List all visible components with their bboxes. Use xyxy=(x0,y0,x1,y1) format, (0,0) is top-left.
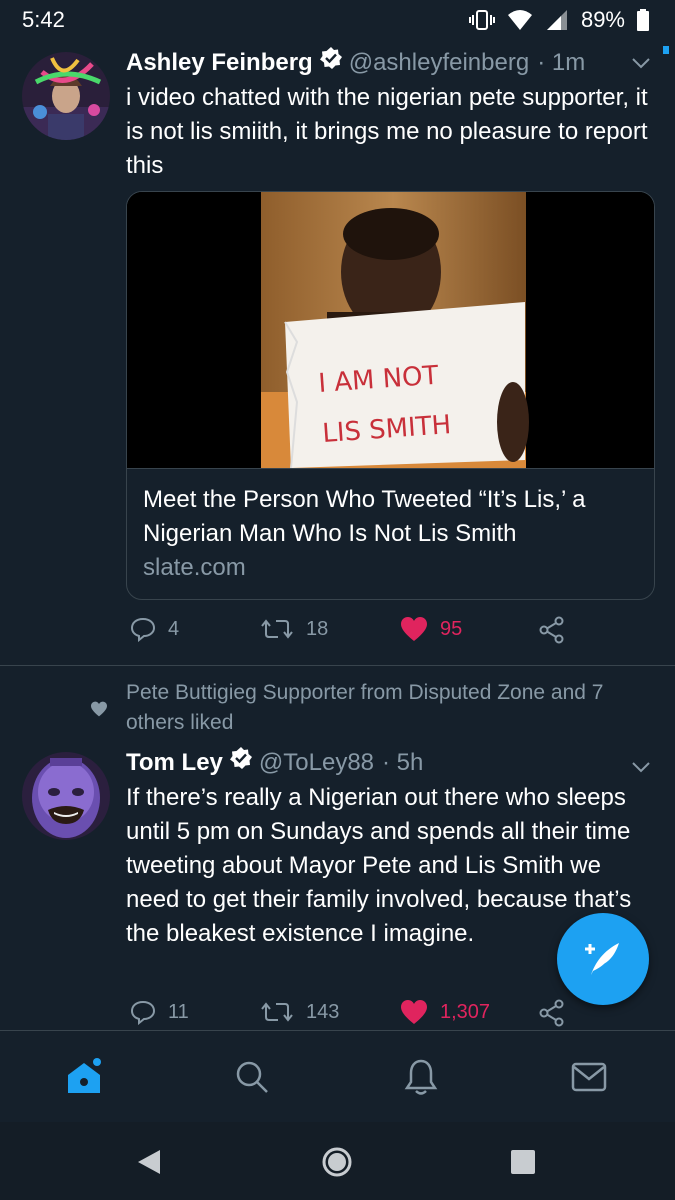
chevron-down-icon[interactable] xyxy=(631,56,651,70)
retweet-count: 18 xyxy=(306,617,329,640)
reply-count: 11 xyxy=(168,1000,189,1023)
tweet-time: · 1m xyxy=(537,48,586,76)
nav-home[interactable] xyxy=(64,1057,104,1097)
author-name[interactable]: Ashley Feinberg xyxy=(126,47,313,79)
reply-button[interactable]: 11 xyxy=(130,999,189,1025)
retweet-button[interactable]: 143 xyxy=(260,999,339,1025)
back-button[interactable] xyxy=(131,1144,167,1180)
tweet-text: i video chatted with the nigerian pete s… xyxy=(126,84,648,179)
like-button[interactable]: 1,307 xyxy=(400,999,490,1025)
nav-notifications[interactable] xyxy=(401,1057,441,1097)
card-text: Meet the Person Who Tweeted “It’s Lis,’ … xyxy=(127,469,654,599)
tweet-actions: 11 143 1,307 xyxy=(126,999,596,1033)
reply-button[interactable]: 4 xyxy=(130,616,179,642)
tweet-content: Tom Ley @ToLey88 · 5h If there’s really … xyxy=(126,746,655,951)
heart-icon xyxy=(401,1000,427,1024)
recents-square-icon xyxy=(511,1150,535,1174)
reply-icon xyxy=(130,617,156,642)
home-system-button[interactable] xyxy=(319,1144,355,1180)
social-context[interactable]: Pete Buttigieg Supporter from Disputed Z… xyxy=(126,678,655,738)
bottom-navigation xyxy=(0,1030,675,1122)
avatar[interactable] xyxy=(22,752,110,840)
tweet-content: Ashley Feinberg @ashleyfeinberg · 1m i v… xyxy=(126,46,655,183)
like-button[interactable]: 95 xyxy=(400,616,462,642)
author-handle[interactable]: @ashleyfeinberg xyxy=(349,47,529,79)
avatar[interactable] xyxy=(22,52,110,140)
back-triangle-icon xyxy=(138,1150,160,1174)
search-icon xyxy=(236,1061,268,1093)
retweet-button[interactable]: 18 xyxy=(260,616,328,642)
tweet-time: · 5h xyxy=(382,748,424,776)
nav-search[interactable] xyxy=(232,1057,272,1097)
home-circle-icon xyxy=(322,1147,352,1177)
like-count: 1,307 xyxy=(440,1000,491,1023)
notifications-icon xyxy=(404,1059,438,1095)
reply-icon xyxy=(130,1000,156,1025)
chevron-down-icon[interactable] xyxy=(631,760,651,774)
recents-button[interactable] xyxy=(505,1144,541,1180)
retweet-count: 143 xyxy=(306,1000,340,1023)
share-button[interactable] xyxy=(538,999,566,1027)
verified-badge-icon xyxy=(229,746,253,779)
messages-icon xyxy=(571,1062,607,1092)
card-photo: I AM NOT LIS SMITH xyxy=(127,192,654,469)
share-icon xyxy=(539,999,564,1027)
author-name[interactable]: Tom Ley xyxy=(126,747,223,779)
retweet-icon xyxy=(261,1002,293,1022)
retweet-icon xyxy=(261,619,293,639)
verified-badge-icon xyxy=(319,46,343,79)
tweet-header: Tom Ley @ToLey88 · 5h xyxy=(126,746,655,779)
system-navigation xyxy=(0,1122,675,1200)
card-title: Meet the Person Who Tweeted “It’s Lis,’ … xyxy=(143,486,586,547)
link-card[interactable]: I AM NOT LIS SMITH Meet the Person Who T… xyxy=(126,191,655,600)
nav-messages[interactable] xyxy=(569,1057,609,1097)
small-heart-icon xyxy=(91,701,107,717)
share-button[interactable] xyxy=(538,616,566,644)
reply-count: 4 xyxy=(168,617,180,640)
share-icon xyxy=(539,616,564,644)
compose-tweet-button[interactable] xyxy=(557,913,649,1005)
heart-icon xyxy=(401,617,427,641)
tweet-actions: 4 18 95 xyxy=(126,616,596,650)
like-count: 95 xyxy=(440,617,463,640)
home-icon xyxy=(68,1058,101,1093)
tweet-header: Ashley Feinberg @ashleyfeinberg · 1m xyxy=(126,46,655,79)
compose-feather-icon xyxy=(585,943,619,975)
tweet[interactable]: Ashley Feinberg @ashleyfeinberg · 1m i v… xyxy=(0,0,675,665)
card-image: I AM NOT LIS SMITH xyxy=(127,192,654,469)
card-domain: slate.com xyxy=(143,554,246,581)
author-handle[interactable]: @ToLey88 xyxy=(259,747,374,779)
